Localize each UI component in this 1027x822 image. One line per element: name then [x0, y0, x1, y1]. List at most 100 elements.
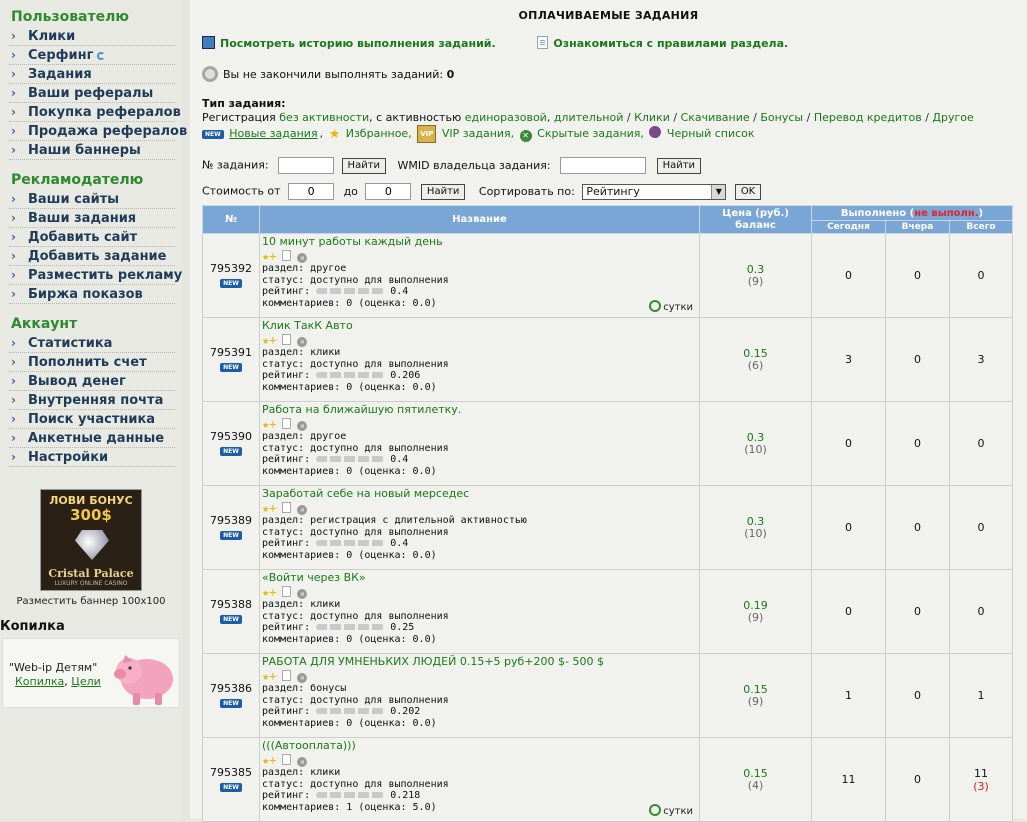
advertiser-menu-item[interactable]: › Биржа показов	[9, 285, 175, 304]
details-icon[interactable]	[282, 754, 292, 765]
add-favorite-icon[interactable]: ★+	[262, 417, 276, 431]
details-icon[interactable]	[282, 418, 292, 429]
advertiser-menu-item[interactable]: › Добавить задание	[9, 247, 175, 266]
add-favorite-icon[interactable]: ★+	[262, 669, 276, 683]
banner-caption-link[interactable]: Разместить баннер 100x100	[0, 596, 182, 607]
task-name-link[interactable]: Клик ТакК Авто	[262, 319, 699, 333]
col-yesterday-header[interactable]: Вчера	[885, 220, 950, 234]
type-bonuses-link[interactable]: Бонусы	[760, 111, 803, 124]
sort-select[interactable]: Рейтингу ▼	[582, 183, 727, 200]
task-no-input[interactable]	[278, 157, 335, 174]
user-menu-item[interactable]: › Покупка рефералов	[9, 103, 181, 122]
done-yesterday: 0	[914, 605, 921, 618]
type-download-link[interactable]: Скачивание	[681, 111, 750, 124]
account-menu-item[interactable]: › Поиск участника	[9, 410, 175, 429]
type-no-activity-link[interactable]: без активности	[279, 111, 369, 124]
find-task-button[interactable]: Найти	[341, 157, 387, 174]
details-icon[interactable]	[282, 250, 292, 261]
details-icon[interactable]	[282, 502, 292, 513]
new-badge-icon: NEW	[220, 698, 242, 708]
type-clicks-link[interactable]: Клики	[634, 111, 670, 124]
arrow-icon: ›	[11, 192, 16, 206]
cost-to-input[interactable]	[365, 183, 412, 200]
advertiser-menu-item[interactable]: › Разместить рекламу	[9, 266, 182, 285]
task-balance: (4)	[747, 778, 764, 792]
advertiser-menu-item[interactable]: › Ваши сайты	[9, 190, 175, 209]
add-favorite-icon[interactable]: ★+	[262, 753, 276, 767]
advertiser-menu-item[interactable]: › Ваши задания	[9, 209, 175, 228]
arrow-icon: ›	[11, 355, 16, 369]
kopilka-link[interactable]: Копилка	[15, 675, 64, 688]
hide-task-icon[interactable]: ✕	[297, 253, 308, 263]
type-credit-link[interactable]: Перевод кредитов	[814, 111, 922, 124]
col-total-header[interactable]: Всего	[948, 220, 1014, 234]
col-name-header[interactable]: Название	[259, 205, 700, 234]
wmid-input[interactable]	[560, 157, 647, 174]
account-menu-item[interactable]: › Внутренняя почта	[9, 391, 175, 410]
top-links: Посмотреть историю выполнения заданий. О…	[202, 36, 788, 50]
user-menu-item[interactable]: › Наши баннеры	[9, 141, 175, 160]
details-icon[interactable]	[282, 670, 292, 681]
favorites-link[interactable]: Избранное,	[346, 127, 412, 140]
col-today-header[interactable]: Сегодня	[811, 220, 886, 234]
type-other-link[interactable]: Другое	[932, 111, 973, 124]
hidden-tasks-link[interactable]: Скрытые задания,	[537, 127, 644, 140]
arrow-icon: ›	[11, 393, 16, 407]
repeat-daily-label: сутки	[663, 301, 693, 313]
find-wmid-button[interactable]: Найти	[656, 157, 702, 174]
col-num-header[interactable]: №	[202, 205, 260, 234]
add-favorite-icon[interactable]: ★+	[262, 501, 276, 515]
hide-task-icon[interactable]: ✕	[297, 673, 308, 683]
new-tasks-link[interactable]: Новые задания	[229, 127, 317, 140]
user-menu-item[interactable]: › Клики	[9, 27, 175, 46]
task-comments-value: 0 (оценка: 0.0)	[346, 717, 437, 729]
user-menu-item[interactable]: › Продажа рефералов	[9, 122, 187, 141]
hide-task-icon[interactable]: ✕	[297, 337, 308, 347]
user-menu-item[interactable]: › Задания	[9, 65, 175, 84]
task-status-label: статус:	[262, 526, 311, 538]
done-today-cell: 11	[811, 737, 886, 822]
advertiser-menu-item[interactable]: › Добавить сайт	[9, 228, 175, 247]
account-menu-item[interactable]: › Настройки	[9, 448, 175, 467]
type-one-time-link[interactable]: единоразовой	[465, 111, 547, 124]
user-menu-item[interactable]: › Серфинг	[9, 46, 175, 65]
gear-icon	[202, 66, 218, 82]
task-name-link[interactable]: (((Автооплата)))	[262, 739, 699, 753]
hide-task-icon[interactable]: ✕	[297, 505, 308, 515]
type-long-link[interactable]: длительной	[554, 111, 624, 124]
sort-ok-button[interactable]: OK	[734, 183, 762, 200]
done-yesterday-cell: 0	[885, 317, 950, 402]
task-name-link[interactable]: «Войти через ВК»	[262, 571, 699, 585]
task-comments-value: 0 (оценка: 0.0)	[346, 633, 437, 645]
history-link[interactable]: Посмотреть историю выполнения заданий.	[220, 37, 496, 50]
account-menu-item[interactable]: › Анкетные данные	[9, 429, 175, 448]
blacklist-link[interactable]: Черный список	[667, 127, 755, 140]
add-favorite-icon[interactable]: ★+	[262, 249, 276, 263]
advertiser-menu-item-label: Биржа показов	[28, 287, 143, 302]
hide-task-icon[interactable]: ✕	[297, 757, 308, 767]
casino-banner[interactable]: ЛОВИ БОНУС 300$ Cristal Palace LUXURY ON…	[40, 489, 142, 591]
add-favorite-icon[interactable]: ★+	[262, 585, 276, 599]
account-menu-item[interactable]: › Статистика	[9, 334, 175, 353]
cost-from-input[interactable]	[288, 183, 335, 200]
goals-link[interactable]: Цели	[71, 675, 101, 688]
user-menu-item[interactable]: › Ваши рефералы	[9, 84, 175, 103]
col-price-header[interactable]: Цена (руб.) баланс	[699, 205, 812, 234]
task-name-link[interactable]: РАБОТА ДЛЯ УМНЕНЬКИХ ЛЮДЕЙ 0.15+5 руб+20…	[262, 655, 699, 669]
task-comments-label: комментариев:	[262, 381, 347, 393]
account-menu-item[interactable]: › Пополнить счет	[9, 353, 175, 372]
task-name-link[interactable]: 10 минут работы каждый день	[262, 235, 699, 249]
add-favorite-icon[interactable]: ★+	[262, 333, 276, 347]
account-menu-item[interactable]: › Вывод денег	[9, 372, 175, 391]
user-menu-item-label: Задания	[28, 67, 92, 82]
details-icon[interactable]	[282, 586, 292, 597]
rules-link[interactable]: Ознакомиться с правилами раздела.	[553, 37, 788, 50]
vip-tasks-link[interactable]: VIP задания,	[442, 127, 514, 140]
new-badge-wrap: NEW	[203, 360, 259, 373]
task-name-link[interactable]: Заработай себе на новый мерседес	[262, 487, 699, 501]
find-cost-button[interactable]: Найти	[420, 183, 466, 200]
hide-task-icon[interactable]: ✕	[297, 589, 308, 599]
task-name-link[interactable]: Работа на ближайшую пятилетку.	[262, 403, 699, 417]
details-icon[interactable]	[282, 334, 292, 345]
hide-task-icon[interactable]: ✕	[297, 421, 308, 431]
